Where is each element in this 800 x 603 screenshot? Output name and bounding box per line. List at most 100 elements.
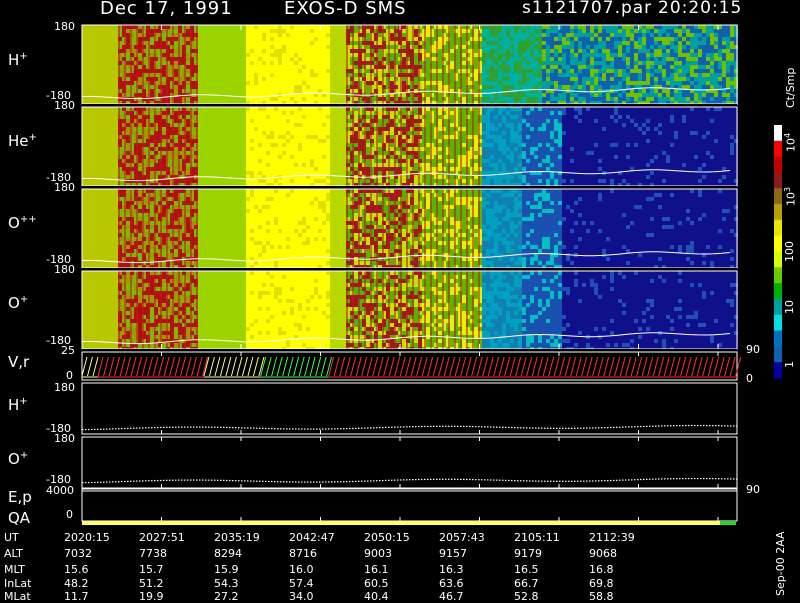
heatmap-cell — [138, 89, 142, 93]
heatmap-cell — [310, 57, 314, 61]
heatmap-cell — [226, 73, 230, 77]
heatmap-cell — [246, 61, 250, 65]
heatmap-cell — [678, 93, 682, 97]
heatmap-cell — [462, 53, 466, 57]
heatmap-cell — [610, 81, 614, 85]
heatmap-cell — [298, 127, 302, 131]
heatmap-cell — [98, 131, 102, 135]
heatmap-cell — [210, 41, 214, 45]
heatmap-cell — [318, 155, 322, 159]
heatmap-cell — [546, 53, 550, 57]
heatmap-cell — [462, 97, 466, 101]
heatmap-cell — [586, 85, 590, 89]
heatmap-cell — [126, 29, 130, 33]
heatmap-cell — [150, 167, 154, 171]
heatmap-cell — [102, 123, 106, 127]
heatmap-cell — [150, 57, 154, 61]
heatmap-cell — [246, 85, 250, 89]
heatmap-cell — [562, 97, 566, 101]
heatmap-cell — [226, 127, 230, 131]
heatmap-cell — [206, 49, 210, 53]
heatmap-cell — [126, 25, 130, 29]
heatmap-cell — [330, 49, 334, 53]
heatmap-cell — [630, 65, 634, 69]
heatmap-cell — [654, 25, 658, 29]
heatmap-cell — [626, 69, 630, 73]
heatmap-cell — [658, 77, 662, 81]
heatmap-cell — [254, 53, 258, 57]
heatmap-cell — [326, 33, 330, 37]
heatmap-cell — [202, 89, 206, 93]
heatmap-cell — [562, 25, 566, 29]
heatmap-cell — [322, 29, 326, 33]
heatmap-cell — [238, 61, 242, 65]
heatmap-cell — [662, 81, 666, 85]
heatmap-cell — [402, 81, 406, 85]
heatmap-cell — [326, 167, 330, 171]
heatmap-cell — [526, 45, 530, 49]
heatmap-cell — [610, 49, 614, 53]
heatmap-cell — [298, 45, 302, 49]
heatmap-cell — [254, 111, 258, 115]
heatmap-cell — [322, 33, 326, 37]
heatmap-cell — [274, 119, 278, 123]
heatmap-cell — [614, 33, 618, 37]
heatmap-cell — [110, 115, 114, 119]
heatmap-cell — [338, 41, 342, 45]
heatmap-cell — [226, 97, 230, 101]
heatmap-cell — [90, 159, 94, 163]
heatmap-cell — [186, 69, 190, 73]
heatmap-cell — [302, 179, 306, 183]
heatmap-cell — [90, 115, 94, 119]
heatmap-cell — [82, 89, 86, 93]
heatmap-cell — [486, 61, 490, 65]
heatmap-cell — [514, 33, 518, 37]
heatmap-cell — [538, 33, 542, 37]
heatmap-cell — [558, 89, 562, 93]
heatmap-cell — [162, 135, 166, 139]
heatmap-cell — [314, 61, 318, 65]
heatmap-cell — [694, 33, 698, 37]
heatmap-cell — [546, 85, 550, 89]
heatmap-cell — [606, 25, 610, 29]
heatmap-cell — [278, 131, 282, 135]
striation-line — [370, 25, 372, 104]
heatmap-cell — [266, 29, 270, 33]
heatmap-cell — [486, 53, 490, 57]
heatmap-cell — [714, 45, 718, 49]
heatmap-cell — [242, 179, 246, 183]
heatmap-cell — [102, 69, 106, 73]
heatmap-cell — [274, 179, 278, 183]
heatmap-cell — [282, 25, 286, 29]
heatmap-cell — [294, 45, 298, 49]
heatmap-cell — [658, 49, 662, 53]
heatmap-cell — [338, 159, 342, 163]
heatmap-cell — [598, 69, 602, 73]
heatmap-cell — [694, 81, 698, 85]
heatmap-cell — [654, 85, 658, 89]
heatmap-cell — [258, 97, 262, 101]
heatmap-cell — [322, 41, 326, 45]
heatmap-cell — [286, 143, 290, 147]
heatmap-cell — [614, 61, 618, 65]
heatmap-cell — [314, 57, 318, 61]
heatmap-cell — [174, 45, 178, 49]
heatmap-cell — [450, 41, 454, 45]
heatmap-cell — [290, 107, 294, 111]
heatmap-cell — [106, 139, 110, 143]
heatmap-cell — [286, 29, 290, 33]
heatmap-cell — [674, 37, 678, 41]
heatmap-cell — [562, 57, 566, 61]
heatmap-cell — [694, 57, 698, 61]
heatmap-cell — [598, 53, 602, 57]
heatmap-cell — [638, 41, 642, 45]
heatmap-cell — [342, 81, 346, 85]
heatmap-cell — [390, 81, 394, 85]
heatmap-cell — [258, 69, 262, 73]
heatmap-cell — [654, 49, 658, 53]
heatmap-cell — [342, 57, 346, 61]
heatmap-cell — [574, 73, 578, 77]
heatmap-cell — [302, 143, 306, 147]
heatmap-cell — [338, 29, 342, 33]
heatmap-cell — [570, 77, 574, 81]
